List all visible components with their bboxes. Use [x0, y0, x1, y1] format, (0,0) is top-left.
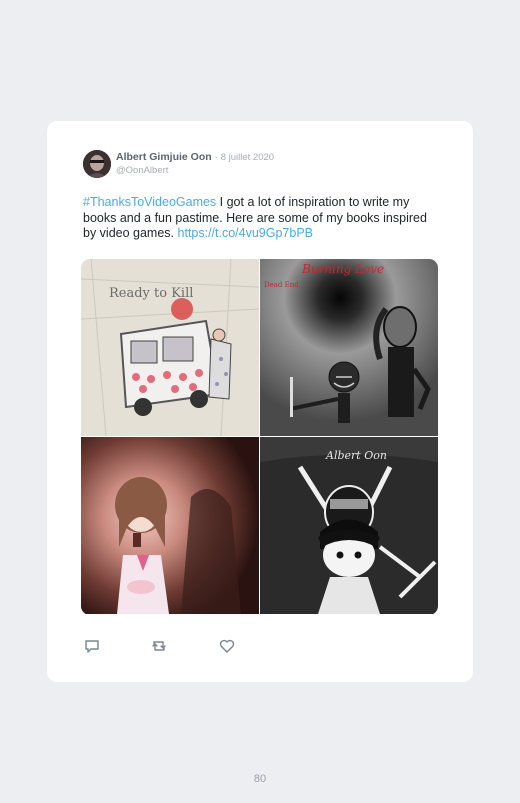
- artwork-burning-love-icon: Burning Love Dead End: [260, 259, 438, 436]
- reply-icon: [85, 640, 99, 653]
- separator-dot: ·: [214, 152, 218, 163]
- tweet-author: Albert Gimjuie Oon · 8 juillet 2020 @Oon…: [116, 151, 274, 177]
- artwork-caption-2: Burning Love: [301, 262, 384, 276]
- author-display-name[interactable]: Albert Gimjuie Oon: [116, 151, 212, 163]
- tweet-date[interactable]: 8 juillet 2020: [221, 152, 274, 163]
- retweet-icon: [152, 641, 166, 651]
- media-image-3[interactable]: [81, 437, 259, 614]
- page-number: 80: [253, 773, 267, 785]
- media-image-1[interactable]: Ready to Kill: [81, 259, 259, 436]
- like-icon: [219, 639, 235, 653]
- url-link[interactable]: https://t.co/4vu9Gp7bPB: [178, 226, 314, 240]
- like-button[interactable]: [218, 637, 236, 655]
- artwork-caption-4: Albert Oon: [325, 449, 387, 462]
- artwork-ready-to-kill-icon: Ready to Kill: [81, 259, 259, 436]
- media-grid: Ready to Kill Burning Love Dead End Albe…: [81, 259, 438, 615]
- retweet-button[interactable]: [150, 637, 168, 655]
- artwork-tag-2: Dead End: [264, 281, 299, 289]
- artwork-albert-oon-icon: Albert Oon: [260, 437, 438, 614]
- tweet-text: #ThanksToVideoGames I got a lot of inspi…: [83, 195, 443, 242]
- reply-button[interactable]: [83, 637, 101, 655]
- tweet-card: Albert Gimjuie Oon · 8 juillet 2020 @Oon…: [47, 121, 473, 682]
- media-image-4[interactable]: Albert Oon: [260, 437, 438, 614]
- tweet-actions: [83, 637, 283, 655]
- media-image-2[interactable]: Burning Love Dead End: [260, 259, 438, 436]
- author-line: Albert Gimjuie Oon · 8 juillet 2020: [116, 151, 274, 164]
- author-handle[interactable]: @OonAlbert: [116, 164, 274, 177]
- hashtag-link[interactable]: #ThanksToVideoGames: [83, 195, 216, 209]
- artwork-anime-girl-icon: [81, 437, 259, 614]
- avatar[interactable]: [83, 150, 111, 178]
